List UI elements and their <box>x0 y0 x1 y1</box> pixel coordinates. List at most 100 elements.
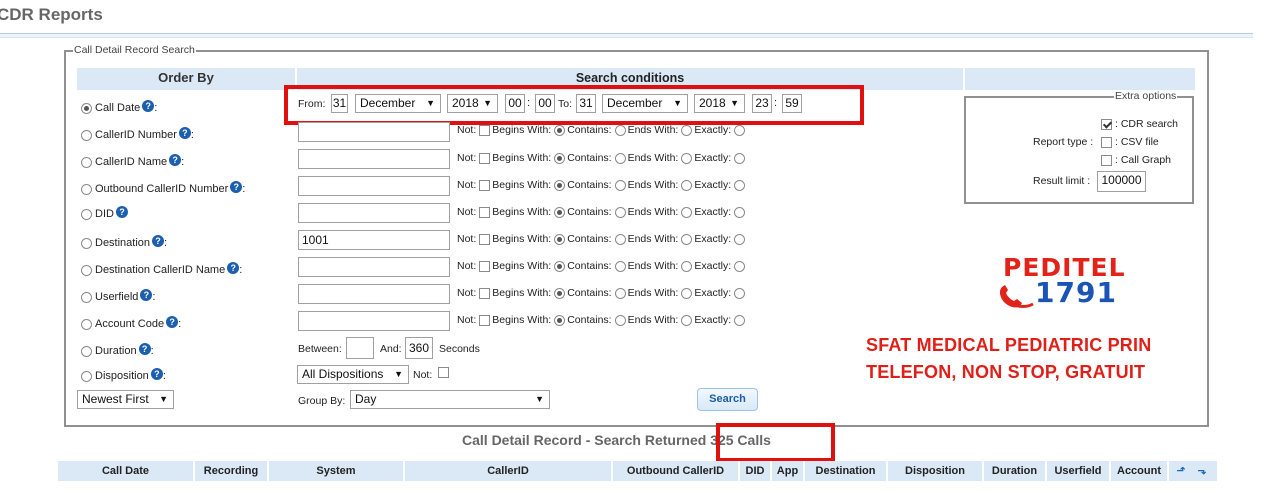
radio-button[interactable] <box>681 124 693 136</box>
order-option-duration[interactable]: Duration?: <box>81 343 154 359</box>
help-icon[interactable]: ? <box>169 154 182 166</box>
not-checkbox[interactable] <box>479 260 491 272</box>
destination-callerid-name-input[interactable] <box>298 257 450 277</box>
column-recording[interactable]: Recording <box>195 461 269 481</box>
order-option-call-date[interactable]: Call Date?: <box>81 100 157 116</box>
radio-button[interactable] <box>81 102 92 114</box>
disposition-not-checkbox[interactable] <box>438 366 449 378</box>
help-icon[interactable]: ? <box>140 289 153 301</box>
search-button[interactable]: Search <box>697 388 758 411</box>
did-input[interactable] <box>298 203 450 223</box>
radio-button[interactable] <box>614 314 626 326</box>
radio-button[interactable] <box>554 152 566 164</box>
help-icon[interactable]: ? <box>178 127 191 139</box>
group-by-select[interactable]: Day ▼ <box>350 390 550 409</box>
order-option-userfield[interactable]: Userfield?: <box>81 289 155 305</box>
column-userfield[interactable]: Userfield <box>1047 461 1111 481</box>
radio-button[interactable] <box>734 124 746 136</box>
account-code-input[interactable] <box>298 311 450 331</box>
callerid-number-input[interactable] <box>298 122 450 142</box>
radio-button[interactable] <box>614 124 626 136</box>
sort-up-icon[interactable]: ⬏ <box>1171 461 1191 481</box>
column-destination[interactable]: Destination <box>805 461 888 481</box>
radio-button[interactable] <box>734 233 746 245</box>
sort-order-select[interactable]: Newest First ▼ <box>77 390 174 409</box>
column-did[interactable]: DID <box>740 461 772 481</box>
radio-button[interactable] <box>81 237 92 249</box>
help-icon[interactable]: ? <box>227 262 240 274</box>
sort-down-icon[interactable]: ⬎ <box>1192 461 1212 481</box>
radio-button[interactable] <box>81 370 92 382</box>
column-app[interactable]: App <box>772 461 805 481</box>
order-option-destination[interactable]: Destination?: <box>81 235 167 251</box>
userfield-input[interactable] <box>298 284 450 304</box>
radio-button[interactable] <box>734 260 746 272</box>
column-call-date[interactable]: Call Date <box>58 461 195 481</box>
not-checkbox[interactable] <box>479 314 491 326</box>
order-option-outbound-callerid[interactable]: Outbound CallerID Number?: <box>81 181 245 197</box>
column-callerid[interactable]: CallerID <box>405 461 613 481</box>
radio-button[interactable] <box>554 233 566 245</box>
csv-file-checkbox[interactable] <box>1101 136 1112 148</box>
duration-min-input[interactable] <box>346 337 374 359</box>
radio-button[interactable] <box>81 156 92 168</box>
radio-button[interactable] <box>614 179 626 191</box>
help-icon[interactable]: ? <box>138 343 151 355</box>
not-checkbox[interactable] <box>479 152 491 164</box>
help-icon[interactable]: ? <box>166 316 179 328</box>
radio-button[interactable] <box>81 183 92 195</box>
radio-button[interactable] <box>614 233 626 245</box>
not-checkbox[interactable] <box>479 124 491 136</box>
order-option-callerid-number[interactable]: CallerID Number?: <box>81 127 194 143</box>
help-icon[interactable]: ? <box>150 368 163 380</box>
column-outbound-callerid[interactable]: Outbound CallerID <box>613 461 740 481</box>
cdr-search-checkbox[interactable] <box>1101 118 1112 130</box>
radio-button[interactable] <box>681 260 693 272</box>
destination-input[interactable]: 1001 <box>298 230 450 250</box>
not-checkbox[interactable] <box>479 287 491 299</box>
radio-button[interactable] <box>734 314 746 326</box>
radio-button[interactable] <box>681 206 693 218</box>
radio-button[interactable] <box>81 291 92 303</box>
duration-max-input[interactable]: 360 <box>405 337 433 359</box>
radio-button[interactable] <box>614 152 626 164</box>
radio-button[interactable] <box>554 260 566 272</box>
radio-button[interactable] <box>681 287 693 299</box>
radio-button[interactable] <box>554 314 566 326</box>
column-disposition[interactable]: Disposition <box>888 461 984 481</box>
radio-button[interactable] <box>81 345 92 357</box>
radio-button[interactable] <box>734 206 746 218</box>
radio-button[interactable] <box>681 314 693 326</box>
radio-button[interactable] <box>734 287 746 299</box>
radio-button[interactable] <box>734 152 746 164</box>
radio-button[interactable] <box>614 260 626 272</box>
help-icon[interactable]: ? <box>152 235 165 247</box>
not-checkbox[interactable] <box>479 206 491 218</box>
radio-button[interactable] <box>81 264 92 276</box>
order-option-account-code[interactable]: Account Code?: <box>81 316 181 332</box>
report-type-graph[interactable]: : Call Graph <box>1101 154 1171 166</box>
radio-button[interactable] <box>554 179 566 191</box>
outbound-callerid-input[interactable] <box>298 176 450 196</box>
callerid-name-input[interactable] <box>298 149 450 169</box>
radio-button[interactable] <box>614 206 626 218</box>
radio-button[interactable] <box>681 233 693 245</box>
radio-button[interactable] <box>554 124 566 136</box>
order-option-callerid-name[interactable]: CallerID Name?: <box>81 154 184 170</box>
help-icon[interactable]: ? <box>230 181 243 193</box>
radio-button[interactable] <box>681 152 693 164</box>
result-limit-input[interactable]: 100000 <box>1097 171 1146 192</box>
order-option-disposition[interactable]: Disposition?: <box>81 368 166 384</box>
column-duration[interactable]: Duration <box>984 461 1047 481</box>
radio-button[interactable] <box>81 318 92 330</box>
report-type-csv[interactable]: : CSV file <box>1101 136 1159 148</box>
report-type-cdr[interactable]: : CDR search <box>1101 118 1178 130</box>
radio-button[interactable] <box>554 206 566 218</box>
radio-button[interactable] <box>81 208 92 220</box>
radio-button[interactable] <box>554 287 566 299</box>
radio-button[interactable] <box>614 287 626 299</box>
column-system[interactable]: System <box>269 461 405 481</box>
column-account[interactable]: Account <box>1111 461 1169 481</box>
radio-button[interactable] <box>734 179 746 191</box>
help-icon[interactable]: ? <box>115 206 128 218</box>
